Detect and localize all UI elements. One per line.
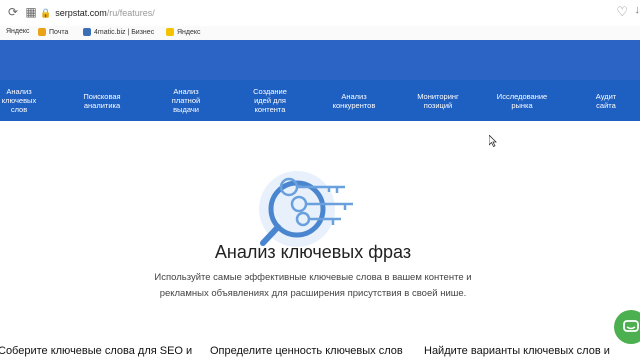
bookmark-label: 4matic.biz | Бизнес: [94, 28, 155, 36]
mail-icon: [38, 28, 46, 36]
bookmark-yandex[interactable]: Яндекс: [6, 28, 30, 35]
browser-toolbar: ⟳ ▦ 🔒 serpstat.com /ru/features/ ♡ ↓: [0, 0, 640, 27]
site-icon: [83, 28, 91, 36]
bookmark-4matic[interactable]: 4matic.biz | Бизнес: [83, 28, 154, 36]
bookmarks-bar: Яндекс Почта 4matic.biz | Бизнес Яндекс: [0, 26, 640, 40]
refresh-icon[interactable]: ⟳: [6, 5, 20, 19]
feature-heading-collect: Соберите ключевые слова для SEO и: [0, 345, 193, 357]
menu-label: Аудит сайта: [595, 91, 617, 110]
menu-item-rank-tracking[interactable]: Мониторинг позиций: [412, 80, 464, 121]
features-menu: Анализ ключевых слов Поисковая аналитика…: [0, 80, 640, 121]
bookmark-yandex-2[interactable]: Яндекс: [166, 28, 201, 36]
menu-label: Анализ платной выдачи: [171, 87, 201, 114]
menu-label: Поисковая аналитика: [83, 91, 121, 110]
menu-item-ppc[interactable]: Анализ платной выдачи: [164, 80, 208, 121]
menu-item-competitors[interactable]: Анализ конкурентов: [326, 80, 382, 121]
page-description: Используйте самые эффективные ключевые с…: [154, 272, 472, 299]
url-path: /ru/features/: [106, 8, 155, 18]
bookmark-label: Яндекс: [177, 28, 201, 36]
download-icon[interactable]: ↓: [635, 4, 640, 16]
chat-icon: [623, 320, 639, 332]
site-header: [0, 40, 640, 80]
page-title: Анализ ключевых фраз: [214, 242, 412, 262]
menu-item-content-ideas[interactable]: Создание идей для контента: [244, 80, 296, 121]
address-bar[interactable]: 🔒 serpstat.com /ru/features/: [40, 4, 600, 22]
menu-label: Мониторинг позиций: [417, 91, 459, 110]
chat-button[interactable]: [614, 310, 640, 344]
apps-grid-icon[interactable]: ▦: [24, 5, 38, 19]
bookmark-label: Яндекс: [6, 28, 30, 35]
menu-item-market-research[interactable]: Исследование рынка: [492, 80, 552, 121]
mouse-cursor-icon: [489, 135, 497, 147]
menu-item-site-audit[interactable]: Аудит сайта: [590, 80, 622, 121]
feature-heading-value: Определите ценность ключевых слов: [210, 345, 403, 357]
bookmark-label: Почта: [49, 28, 69, 36]
menu-label: Создание идей для контента: [253, 87, 287, 114]
lock-icon: 🔒: [40, 7, 52, 18]
feature-heading-variants: Найдите варианты ключевых слов и: [424, 345, 610, 357]
menu-label: Анализ ключевых слов: [1, 87, 37, 114]
menu-label: Анализ конкурентов: [332, 91, 376, 110]
bookmark-mail[interactable]: Почта: [38, 28, 68, 36]
menu-item-search-analytics[interactable]: Поисковая аналитика: [76, 80, 128, 121]
bookmark-star-icon[interactable]: ♡: [616, 4, 628, 20]
menu-item-keywords[interactable]: Анализ ключевых слов: [0, 80, 38, 121]
yandex-icon: [166, 28, 174, 36]
url-host: serpstat.com: [55, 8, 107, 18]
menu-label: Исследование рынка: [496, 91, 548, 110]
